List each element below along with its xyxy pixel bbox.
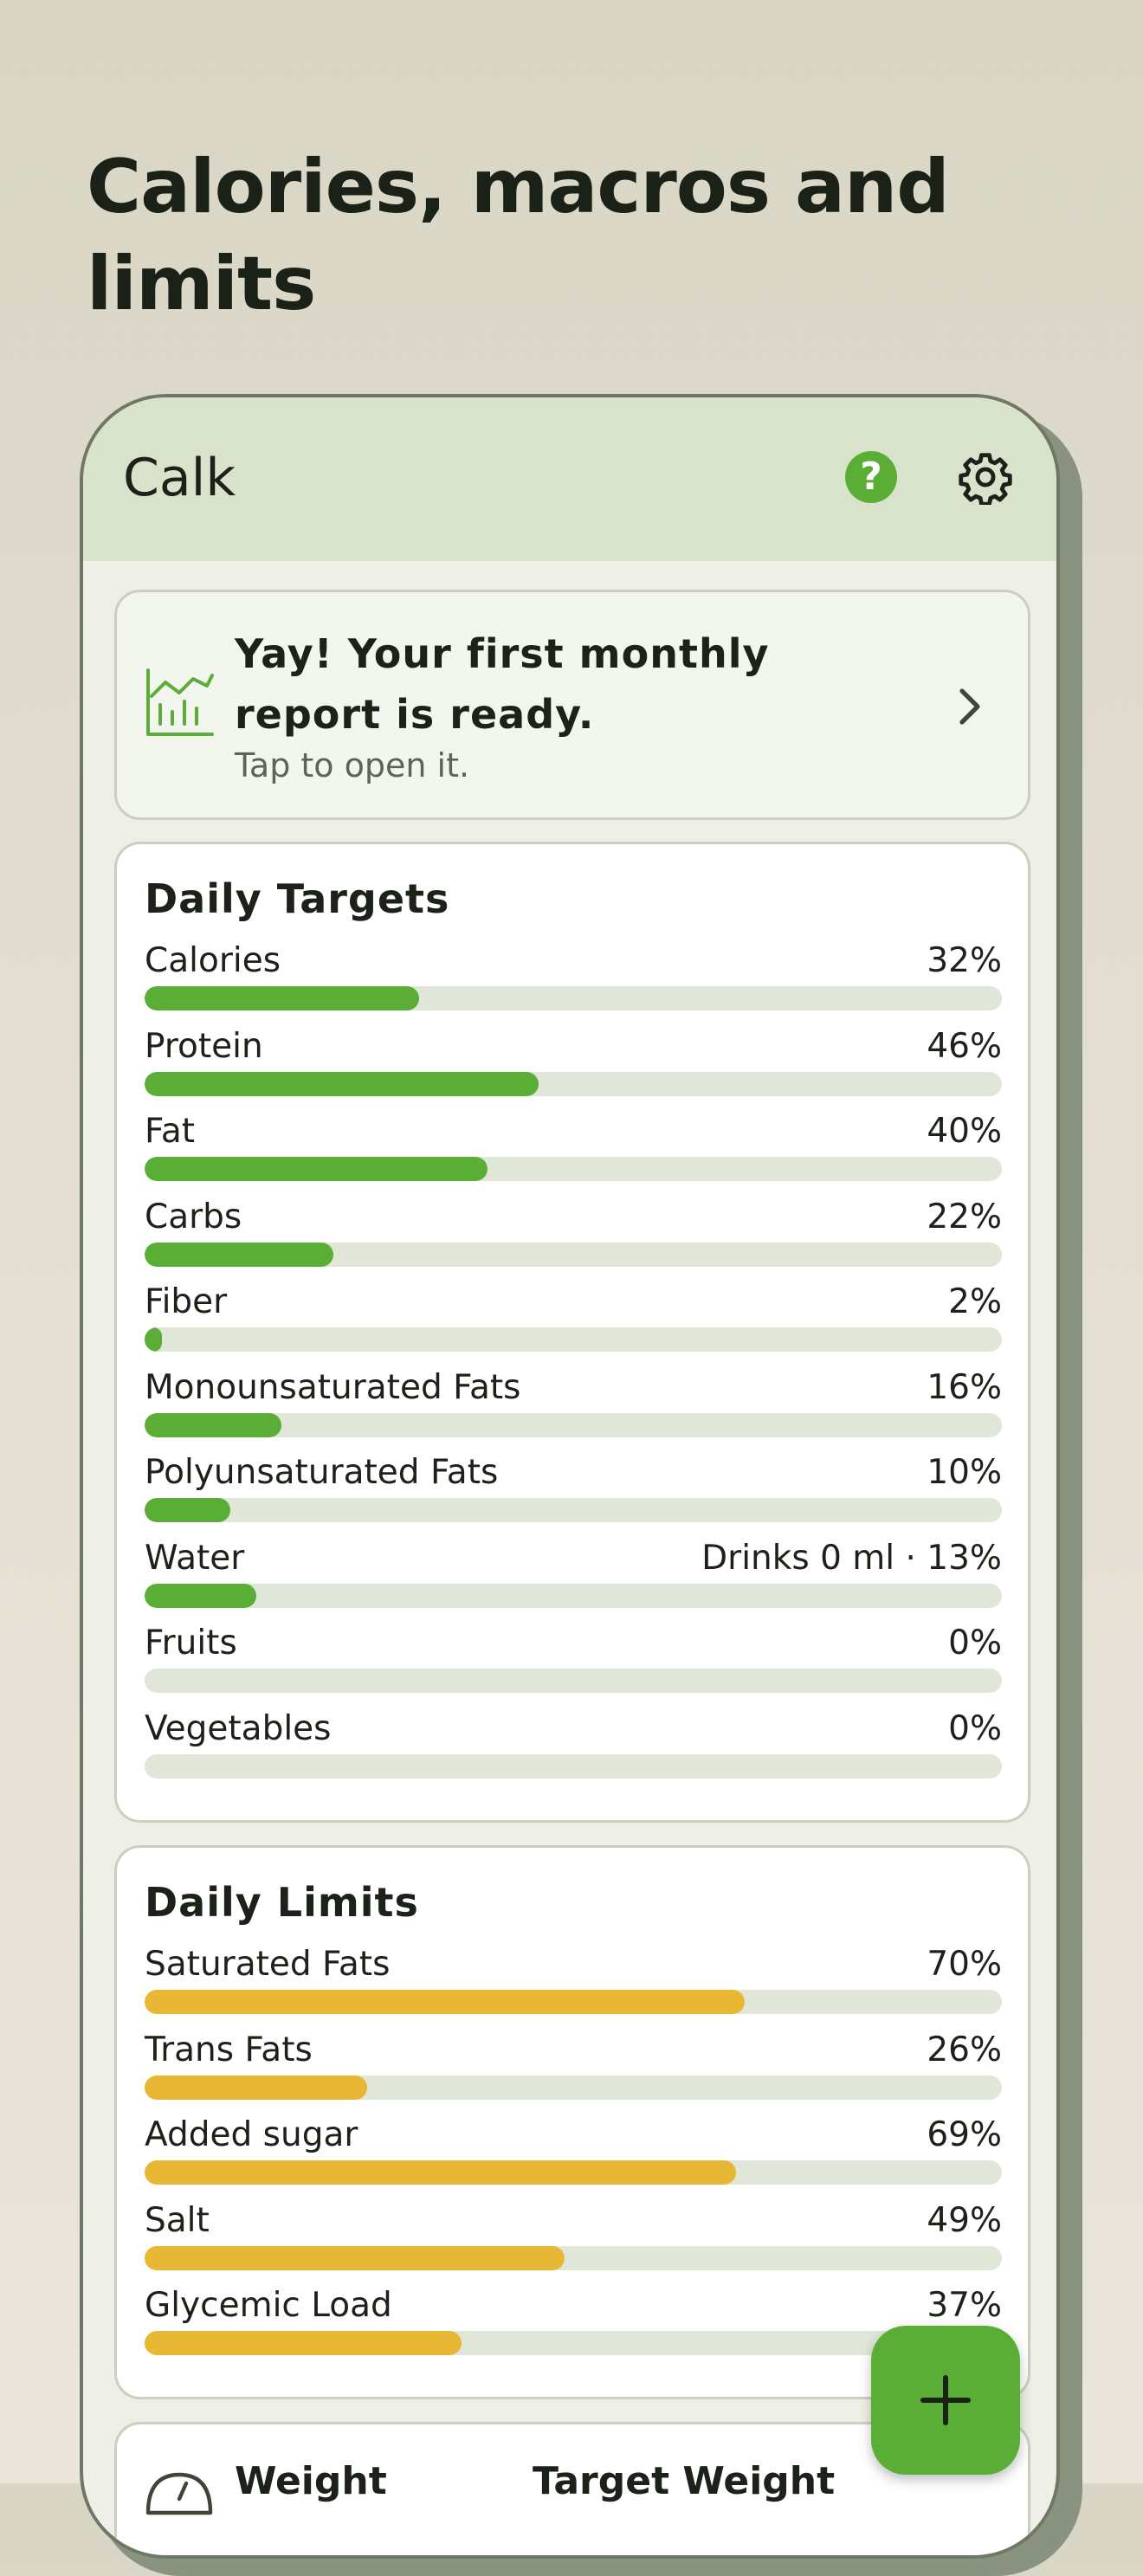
target-row-value: 40% [927, 1112, 1002, 1151]
target-row-label: Carbs [145, 1197, 242, 1236]
limit-row-value: 37% [927, 2286, 1002, 2325]
target-row-value: 2% [948, 1282, 1002, 1321]
daily-limits-card: Daily Limits Saturated Fats 70% Trans Fats… [114, 1845, 1030, 2399]
report-subtitle: Tap to open it. [235, 746, 470, 784]
progress-fill [145, 1242, 333, 1267]
target-row-label: Monounsaturated Fats [145, 1367, 521, 1407]
target-row-value: 10% [927, 1453, 1002, 1492]
target-row-value: Drinks 0 ml · 13% [701, 1538, 1002, 1578]
target-row: Fruits 0% [145, 1624, 1002, 1709]
progress-track [145, 1990, 1002, 2014]
target-row: Calories 32% [145, 941, 1002, 1027]
chevron-right-icon [959, 688, 980, 725]
daily-targets-list: Calories 32% Protein 46% Fat 40% Carbs 22% Fiber… [145, 941, 1002, 1794]
chart-icon [146, 668, 214, 736]
report-title: Yay! Your first monthly report is ready. [235, 630, 770, 738]
target-row: Monounsaturated Fats 16% [145, 1368, 1002, 1454]
target-row-value: 16% [927, 1367, 1002, 1407]
limit-row: Added sugar 69% [145, 2115, 1002, 2201]
progress-track [145, 986, 1002, 1010]
daily-targets-card: Daily Targets Calories 32% Protein 46% Fat 40… [114, 842, 1030, 1823]
app-title: Calk [123, 448, 236, 508]
progress-track [145, 1753, 1002, 1779]
target-row-label: Fiber [145, 1282, 228, 1321]
weight-label: Weight [235, 2459, 387, 2503]
progress-fill [145, 1412, 282, 1437]
limit-row-value: 26% [927, 2030, 1002, 2069]
limit-row-value: 70% [927, 1945, 1002, 1984]
target-row: Water Drinks 0 ml · 13% [145, 1539, 1002, 1624]
progress-fill [145, 1157, 488, 1181]
progress-track [145, 1242, 1002, 1267]
progress-track [145, 1412, 1002, 1437]
target-row-value: 22% [927, 1197, 1002, 1236]
daily-targets-title: Daily Targets [145, 875, 450, 922]
gear-icon[interactable] [958, 449, 1013, 505]
limit-row-label: Glycemic Load [145, 2286, 392, 2325]
app-bar: Calk ? [83, 397, 1056, 561]
limit-row: Salt 49% [145, 2201, 1002, 2287]
target-row: Protein 46% [145, 1027, 1002, 1113]
target-row-value: 46% [927, 1026, 1002, 1066]
progress-fill [145, 1990, 745, 2014]
limit-row: Trans Fats 26% [145, 2030, 1002, 2116]
target-row-label: Vegetables [145, 1708, 332, 1748]
limit-row-label: Added sugar [145, 2115, 358, 2154]
progress-track [145, 1583, 1002, 1608]
limit-row-label: Trans Fats [145, 2030, 313, 2069]
limit-row: Saturated Fats 70% [145, 1945, 1002, 2030]
limit-row-label: Saturated Fats [145, 1945, 391, 1984]
target-row: Fiber 2% [145, 1282, 1002, 1368]
page-headline: Calories, macros and limits [87, 144, 950, 327]
target-row-value: 0% [948, 1624, 1002, 1662]
monthly-report-banner[interactable]: Yay! Your first monthly report is ready.… [114, 590, 1030, 820]
progress-track [145, 1327, 1002, 1352]
progress-track [145, 1071, 1002, 1096]
target-row: Vegetables 0% [145, 1709, 1002, 1795]
limit-row-value: 49% [927, 2200, 1002, 2240]
progress-fill [145, 1583, 256, 1608]
progress-fill [145, 1071, 539, 1096]
add-entry-button[interactable] [871, 2326, 1020, 2475]
daily-limits-list: Saturated Fats 70% Trans Fats 26% Added suga… [145, 1945, 1002, 2372]
progress-fill [145, 2075, 368, 2100]
target-weight-label: Target Weight [533, 2459, 836, 2503]
scale-icon [145, 2472, 213, 2515]
progress-track [145, 1498, 1002, 1522]
target-row: Fat 40% [145, 1112, 1002, 1198]
daily-limits-title: Daily Limits [145, 1879, 419, 1926]
target-row-label: Fruits [145, 1624, 237, 1662]
progress-track [145, 2160, 1002, 2185]
progress-fill [145, 2331, 462, 2355]
limit-row-label: Salt [145, 2200, 210, 2240]
progress-fill [145, 986, 419, 1010]
help-icon[interactable]: ? [845, 451, 897, 503]
target-row-label: Fat [145, 1112, 196, 1151]
progress-fill [145, 2245, 565, 2270]
progress-track [145, 1157, 1002, 1181]
progress-fill [145, 2160, 737, 2185]
progress-fill [145, 1327, 162, 1352]
target-row: Carbs 22% [145, 1198, 1002, 1283]
progress-fill [145, 1498, 230, 1522]
target-row-label: Polyunsaturated Fats [145, 1453, 499, 1492]
progress-track [145, 2245, 1002, 2270]
limit-row-value: 69% [927, 2115, 1002, 2154]
target-row-label: Calories [145, 941, 281, 980]
device-frame: Calk ? Yay! Your first monthly report is… [80, 394, 1060, 2559]
plus-icon [920, 2375, 971, 2425]
target-row: Polyunsaturated Fats 10% [145, 1453, 1002, 1539]
target-row-label: Protein [145, 1026, 263, 1066]
target-row-value: 32% [927, 941, 1002, 980]
target-row-value: 0% [948, 1708, 1002, 1748]
progress-track [145, 1669, 1002, 1693]
target-row-label: Water [145, 1538, 245, 1578]
progress-track [145, 2075, 1002, 2100]
